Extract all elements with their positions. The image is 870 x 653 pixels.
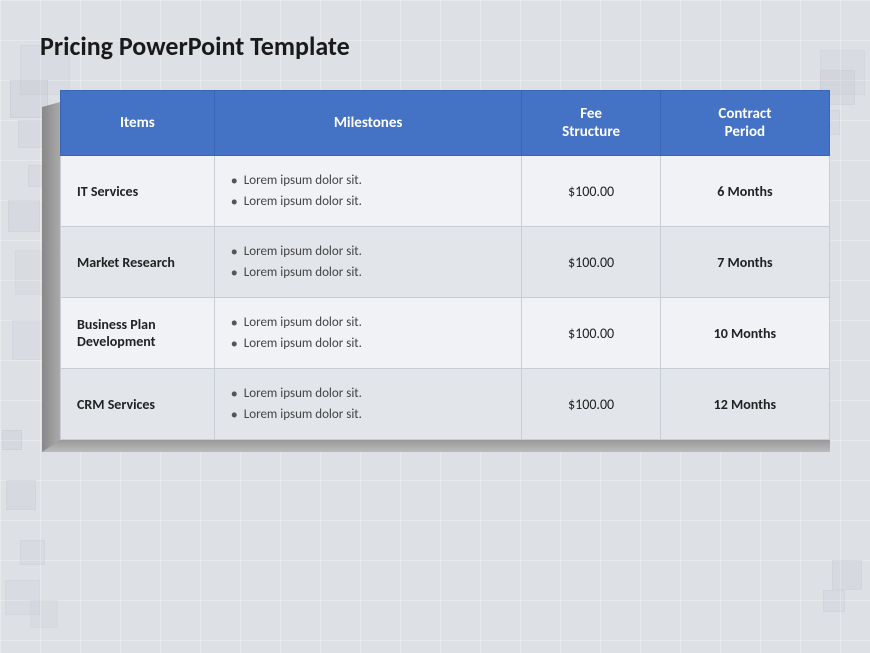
- cell-contract: 10 Months: [660, 298, 829, 369]
- cell-milestones: Lorem ipsum dolor sit.Lorem ipsum dolor …: [214, 227, 522, 298]
- pricing-table: Items Milestones FeeStructure ContractPe…: [60, 90, 830, 440]
- cell-milestones: Lorem ipsum dolor sit.Lorem ipsum dolor …: [214, 369, 522, 440]
- milestone-item: Lorem ipsum dolor sit.: [231, 262, 506, 283]
- cell-item: Market Research: [61, 227, 215, 298]
- cell-item: Business Plan Development: [61, 298, 215, 369]
- cell-item: CRM Services: [61, 369, 215, 440]
- table-row: Market ResearchLorem ipsum dolor sit.Lor…: [61, 227, 830, 298]
- cell-fee: $100.00: [522, 227, 660, 298]
- table-3d-wrapper: Items Milestones FeeStructure ContractPe…: [60, 90, 830, 440]
- table-body: IT ServicesLorem ipsum dolor sit.Lorem i…: [61, 156, 830, 440]
- cell-milestones: Lorem ipsum dolor sit.Lorem ipsum dolor …: [214, 298, 522, 369]
- page-title: Pricing PowerPoint Template: [40, 30, 830, 62]
- cell-fee: $100.00: [522, 369, 660, 440]
- cell-fee: $100.00: [522, 298, 660, 369]
- header-fee-structure: FeeStructure: [522, 91, 660, 156]
- cell-milestones: Lorem ipsum dolor sit.Lorem ipsum dolor …: [214, 156, 522, 227]
- table-3d-side: [42, 102, 60, 452]
- page-content: Pricing PowerPoint Template Items Milest…: [0, 0, 870, 460]
- table-3d-bottom: [42, 440, 830, 452]
- cell-contract: 12 Months: [660, 369, 829, 440]
- header-milestones: Milestones: [214, 91, 522, 156]
- table-row: IT ServicesLorem ipsum dolor sit.Lorem i…: [61, 156, 830, 227]
- milestone-item: Lorem ipsum dolor sit.: [231, 241, 506, 262]
- header-items: Items: [61, 91, 215, 156]
- milestone-item: Lorem ipsum dolor sit.: [231, 191, 506, 212]
- milestone-item: Lorem ipsum dolor sit.: [231, 170, 506, 191]
- milestone-item: Lorem ipsum dolor sit.: [231, 383, 506, 404]
- cell-contract: 7 Months: [660, 227, 829, 298]
- milestone-item: Lorem ipsum dolor sit.: [231, 312, 506, 333]
- cell-item: IT Services: [61, 156, 215, 227]
- cell-contract: 6 Months: [660, 156, 829, 227]
- cell-fee: $100.00: [522, 156, 660, 227]
- table-header-row: Items Milestones FeeStructure ContractPe…: [61, 91, 830, 156]
- milestone-item: Lorem ipsum dolor sit.: [231, 404, 506, 425]
- header-contract-period: ContractPeriod: [660, 91, 829, 156]
- table-row: Business Plan DevelopmentLorem ipsum dol…: [61, 298, 830, 369]
- milestone-item: Lorem ipsum dolor sit.: [231, 333, 506, 354]
- table-row: CRM ServicesLorem ipsum dolor sit.Lorem …: [61, 369, 830, 440]
